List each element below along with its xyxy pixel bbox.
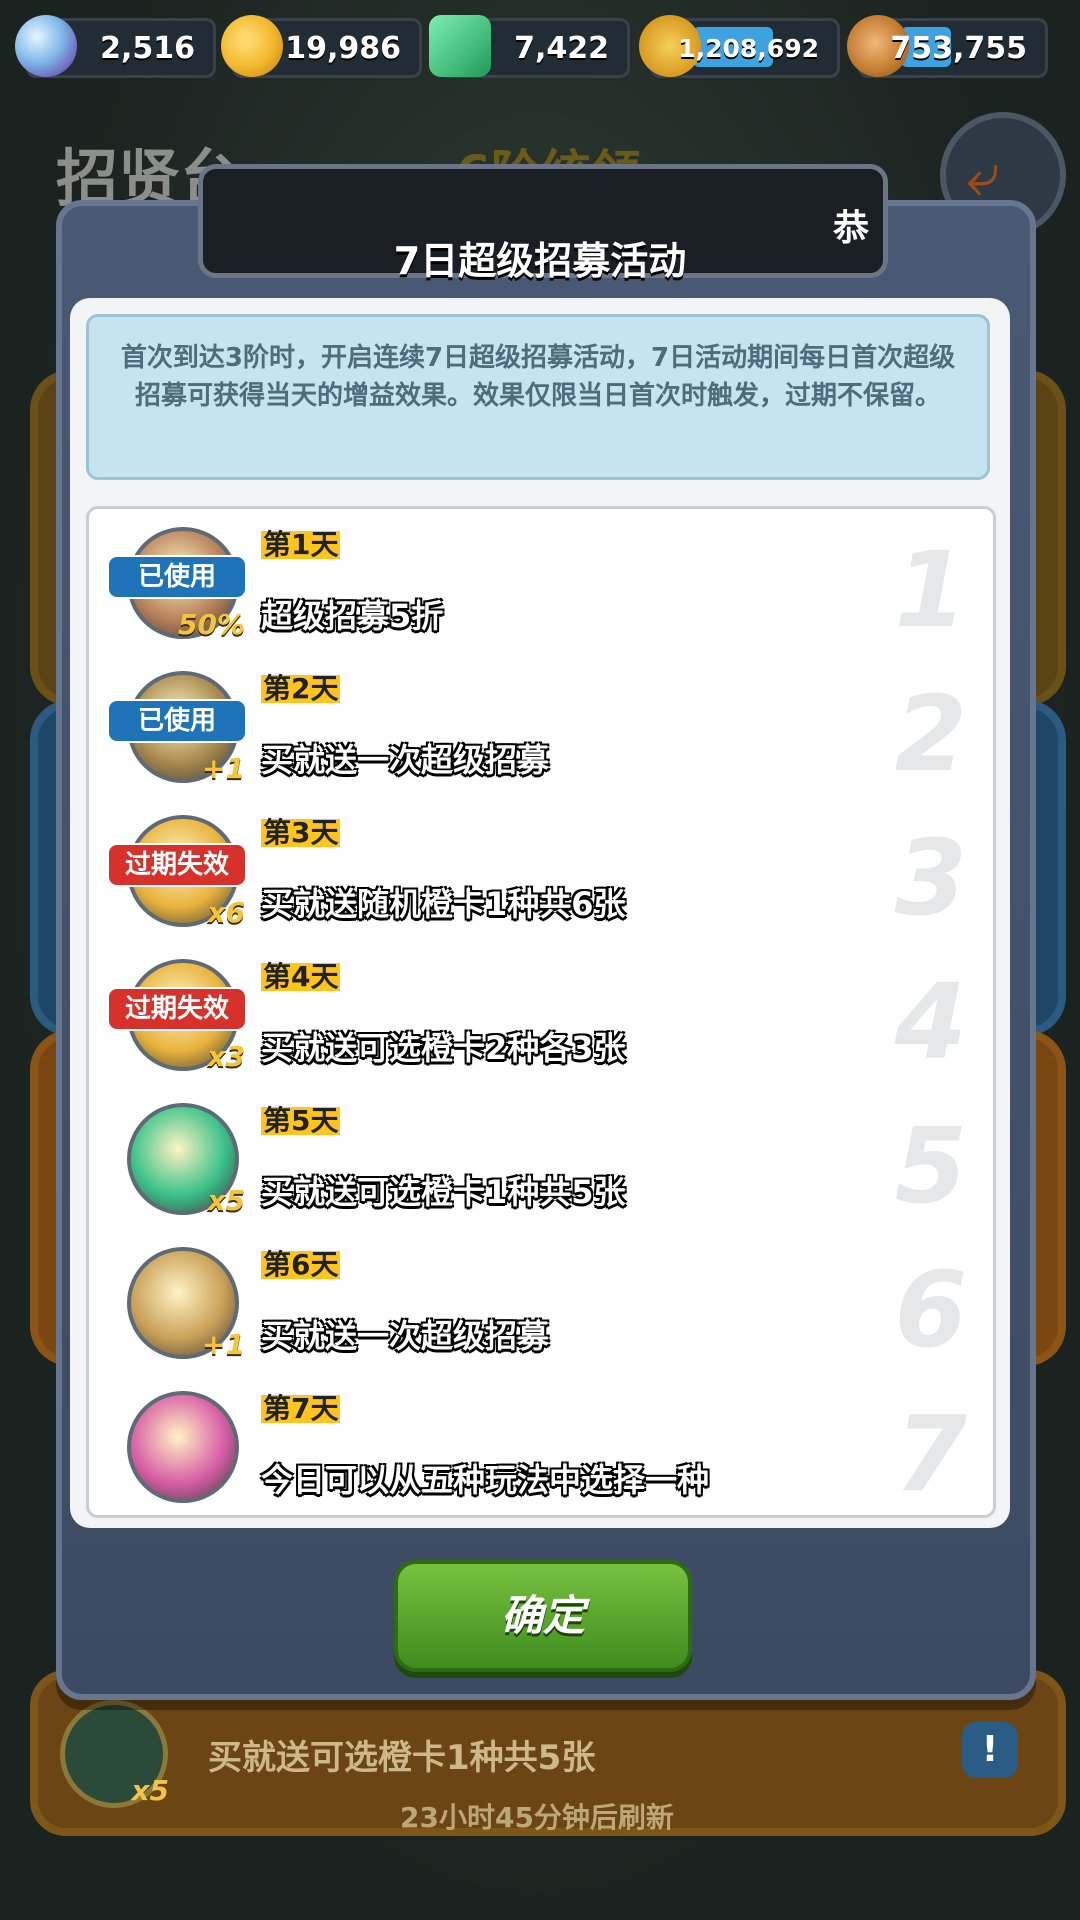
dialog-title: 7日超级招募活动 bbox=[393, 239, 687, 283]
status-badge: 过期失效 bbox=[107, 843, 247, 887]
reward-multiplier: x5 bbox=[207, 1184, 245, 1217]
jade-card-icon: x5 bbox=[60, 1700, 169, 1808]
dialog-panel: 首次到达3阶时，开启连续7日超级招募活动，7日活动期间每日首次超级招募可获得当天… bbox=[70, 298, 1010, 1528]
day-row[interactable]: x5 第5天买就送可选橙卡1种共5张 5 bbox=[89, 1085, 993, 1232]
info-button[interactable]: ! bbox=[962, 1722, 1018, 1778]
day-row[interactable]: 第7天今日可以从五种玩法中选择一种 7 bbox=[89, 1373, 993, 1515]
reward-text: 买就送随机橙卡1种共6张 bbox=[261, 885, 626, 923]
day-row[interactable]: 50% 已使用 第1天超级招募5折 1 bbox=[89, 509, 993, 656]
reward-multiplier: +1 bbox=[202, 1328, 245, 1361]
reward-multiplier: +1 bbox=[202, 752, 245, 785]
resource-gems[interactable]: 2,516 bbox=[15, 15, 216, 78]
jade-card-icon: x5 bbox=[127, 1103, 245, 1217]
day-list[interactable]: 50% 已使用 第1天 超级招募5折 1 +1 已使用 第2天 买就送一次超级招募 2 x6 过期失效… bbox=[86, 506, 996, 1518]
general-portrait-icon: +1 bbox=[127, 1247, 245, 1361]
resource-wheat[interactable]: 1,208,692 bbox=[639, 15, 840, 78]
day-number: 3 bbox=[894, 817, 967, 939]
reward-multiplier: x3 bbox=[207, 1040, 245, 1073]
day-label: 第5天 bbox=[261, 1104, 341, 1137]
day-label: 第7天 bbox=[261, 1392, 341, 1425]
jade-value: 7,422 bbox=[514, 31, 609, 66]
day-row[interactable]: x3 过期失效 第4天买就送可选橙卡2种各3张 4 bbox=[89, 941, 993, 1088]
day-number: 5 bbox=[894, 1105, 967, 1227]
day-label: 第2天 bbox=[261, 672, 341, 705]
reward-multiplier: 50% bbox=[177, 608, 245, 641]
reward-text: 买就送可选橙卡1种共5张 bbox=[261, 1173, 626, 1211]
reward-text: 买就送可选橙卡2种各3张 bbox=[261, 1029, 626, 1067]
choice-card-icon bbox=[127, 1391, 239, 1503]
refresh-timer: 23小时45分钟后刷新 bbox=[400, 1801, 674, 1834]
reward-text: 超级招募5折 bbox=[261, 597, 444, 635]
resource-jade[interactable]: 7,422 bbox=[429, 15, 630, 78]
resource-bar: 2,516 19,986 7,422 1,208,692 753,755 bbox=[0, 0, 1080, 90]
confirm-button[interactable]: 确定 bbox=[394, 1560, 692, 1672]
day-row[interactable]: x6 过期失效 第3天买就送随机橙卡1种共6张 3 bbox=[89, 797, 993, 944]
reward-text: 今日可以从五种玩法中选择一种 bbox=[261, 1461, 710, 1499]
day-label: 第1天 bbox=[261, 528, 341, 561]
event-description: 首次到达3阶时，开启连续7日超级招募活动，7日活动期间每日首次超级招募可获得当天… bbox=[86, 314, 990, 480]
gold-value: 19,986 bbox=[285, 31, 401, 66]
gem-icon bbox=[15, 15, 77, 77]
day-label: 第6天 bbox=[261, 1248, 341, 1281]
status-badge: 已使用 bbox=[107, 555, 247, 599]
day-label: 第4天 bbox=[261, 960, 341, 993]
day-number: 7 bbox=[894, 1393, 967, 1515]
day-row[interactable]: +1 已使用 第2天买就送一次超级招募 2 bbox=[89, 653, 993, 800]
background-reward-text: 买就送可选橙卡1种共5张 bbox=[208, 1738, 596, 1778]
wood-value: 753,755 bbox=[890, 31, 1027, 66]
jade-token-icon bbox=[429, 15, 491, 77]
day-number: 2 bbox=[894, 673, 967, 795]
resource-wood[interactable]: 753,755 bbox=[847, 15, 1048, 78]
reward-text: 买就送一次超级招募 bbox=[261, 741, 550, 779]
wheat-value: 1,208,692 bbox=[678, 34, 819, 63]
reward-text: 买就送一次超级招募 bbox=[261, 1317, 550, 1355]
day-label: 第3天 bbox=[261, 816, 341, 849]
day-number: 1 bbox=[894, 529, 967, 651]
status-badge: 已使用 bbox=[107, 699, 247, 743]
reward-multiplier: x6 bbox=[207, 896, 245, 929]
day-row[interactable]: +1 第6天买就送一次超级招募 6 bbox=[89, 1229, 993, 1376]
day-number: 6 bbox=[894, 1249, 967, 1371]
reward-multiplier: x5 bbox=[131, 1774, 169, 1807]
resource-gold[interactable]: 19,986 bbox=[221, 15, 422, 78]
gems-value: 2,516 bbox=[100, 31, 195, 66]
status-badge: 过期失效 bbox=[107, 987, 247, 1031]
day-number: 4 bbox=[894, 961, 967, 1083]
gold-coin-icon bbox=[221, 15, 283, 77]
